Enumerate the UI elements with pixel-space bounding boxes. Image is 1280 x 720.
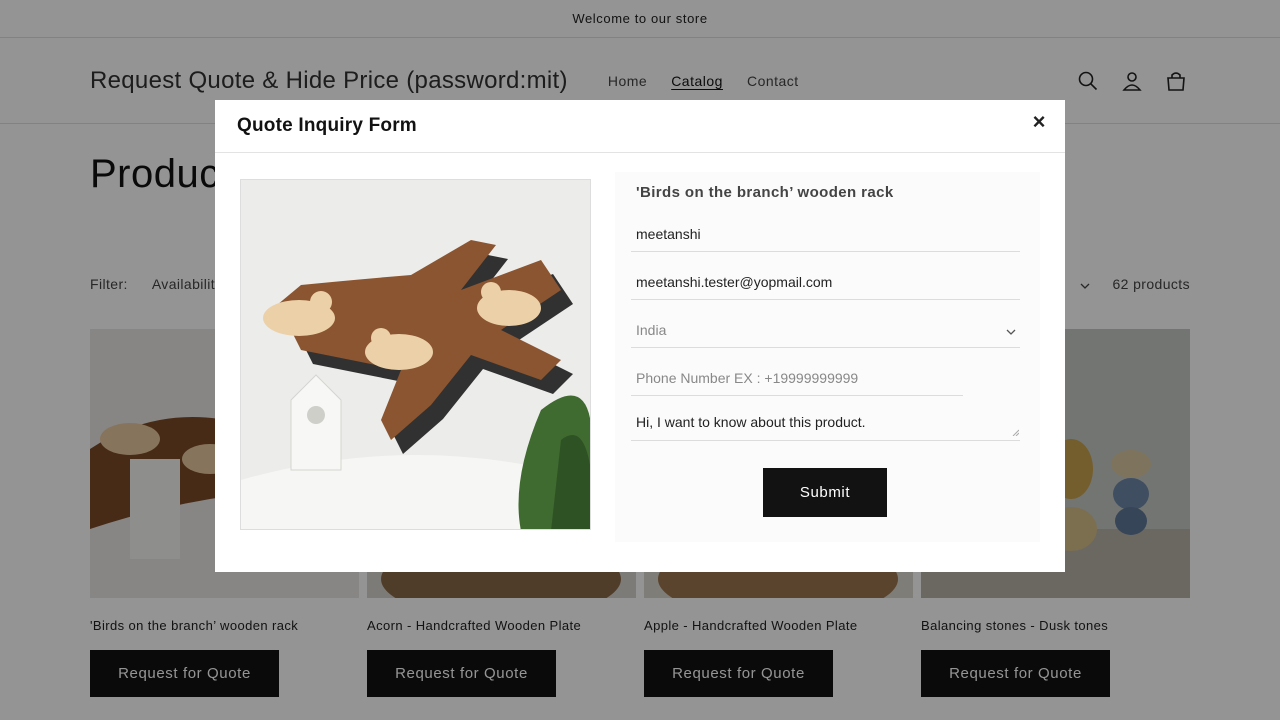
country-select[interactable]: India xyxy=(631,312,1020,348)
close-icon[interactable]: × xyxy=(1027,109,1051,134)
quote-inquiry-modal: Quote Inquiry Form × 'Birds on the branc… xyxy=(215,100,1065,572)
chevron-down-icon xyxy=(1006,322,1016,338)
email-field[interactable]: meetanshi.tester@yopmail.com xyxy=(631,264,1020,300)
name-field[interactable]: meetanshi xyxy=(631,216,1020,252)
phone-field[interactable]: Phone Number EX : +19999999999 xyxy=(631,360,963,396)
modal-product-image xyxy=(240,179,591,530)
message-text: Hi, I want to know about this product. xyxy=(636,414,866,430)
form-product-name: 'Birds on the branch’ wooden rack xyxy=(636,184,894,201)
modal-title: Quote Inquiry Form xyxy=(237,115,417,136)
country-select-value: India xyxy=(636,321,667,338)
modal-header: Quote Inquiry Form × xyxy=(215,100,1065,153)
submit-button[interactable]: Submit xyxy=(763,468,887,517)
resize-handle-icon[interactable] xyxy=(1012,423,1020,439)
message-textarea[interactable]: Hi, I want to know about this product. xyxy=(631,404,1020,441)
quote-form: 'Birds on the branch’ wooden rack meetan… xyxy=(615,172,1040,542)
